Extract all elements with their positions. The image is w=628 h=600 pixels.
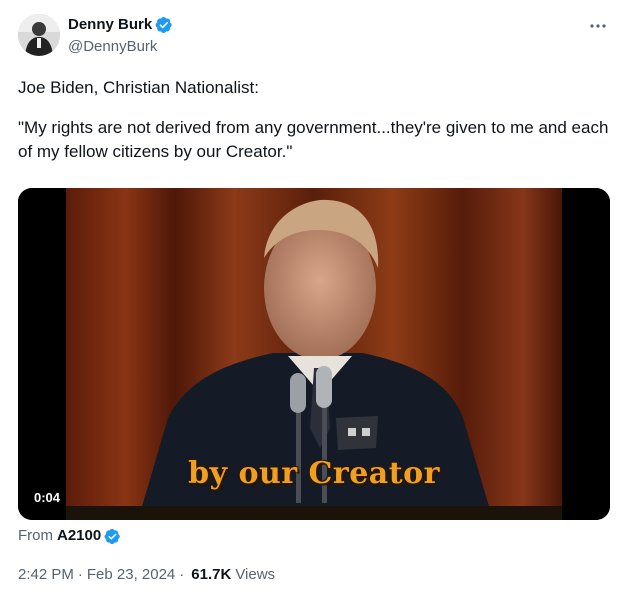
tweet-text-quote: "My rights are not derived from any gove… [18, 118, 609, 161]
more-dots-icon[interactable] [588, 16, 608, 36]
verified-badge-icon [155, 16, 173, 34]
author-handle[interactable]: @DennyBurk [68, 38, 157, 56]
views-label: Views [235, 566, 276, 583]
meta-separator: · [179, 566, 185, 583]
tweet-date[interactable]: Feb 23, 2024 [87, 566, 175, 584]
author-display-name[interactable]: Denny Burk [68, 16, 152, 34]
video-caption: by our Creator [188, 456, 440, 491]
video-duration-badge: 0:04 [28, 488, 67, 508]
tweet-time[interactable]: 2:42 PM [18, 566, 74, 584]
source-prefix: From [18, 527, 53, 544]
tweet-text: Joe Biden, Christian Nationalist: "My ri… [18, 76, 614, 164]
verified-badge-icon [104, 528, 121, 545]
tweet-meta: 2:42 PM · Feb 23, 2024 · 61.7K Views [18, 566, 275, 584]
tweet-card: Denny Burk @DennyBurk Joe Biden, Christi… [0, 0, 628, 600]
source-account-link[interactable]: A2100 [57, 527, 101, 545]
video-source: From A2100 [18, 527, 121, 545]
views-count: 61.7K [191, 566, 232, 583]
meta-separator: · [77, 566, 83, 583]
tweet-text-line-1: Joe Biden, Christian Nationalist: [18, 78, 259, 97]
avatar[interactable] [18, 14, 60, 56]
video-player[interactable]: by our Creator 0:04 [18, 188, 610, 520]
author-name-row: Denny Burk [68, 16, 173, 34]
